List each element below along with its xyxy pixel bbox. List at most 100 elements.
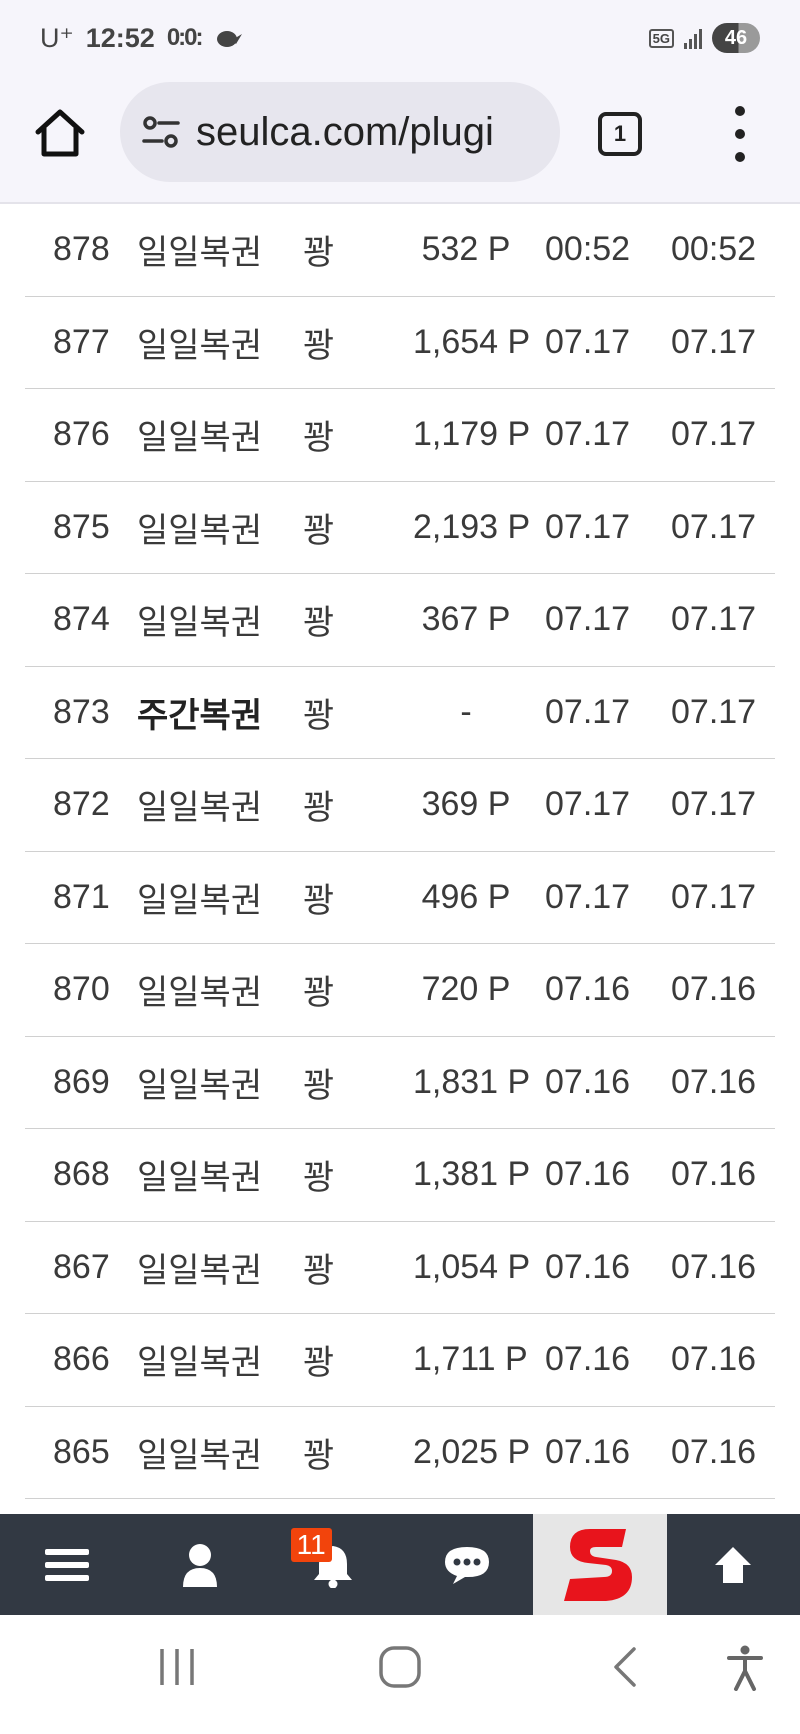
- row-number: 871: [53, 877, 110, 916]
- draw-date: 07.16: [545, 1247, 631, 1286]
- check-date: 07.17: [671, 692, 757, 731]
- home-circle-icon[interactable]: [378, 1645, 422, 1689]
- user-icon: [182, 1543, 217, 1587]
- check-date: 07.17: [671, 877, 757, 916]
- table-row[interactable]: 873 주간복권 꽝 - 07.17 07.17: [25, 667, 775, 759]
- lottery-name: 일일복권: [137, 1066, 263, 1105]
- table-row[interactable]: 872 일일복권 꽝 369 P 07.17 07.17: [25, 759, 775, 852]
- draw-date: 00:52: [545, 230, 631, 269]
- address-bar[interactable]: seulca.com/plugi: [120, 82, 560, 182]
- points-value: 1,381 P: [413, 1155, 531, 1194]
- home-icon[interactable]: [32, 106, 88, 162]
- points-value: 1,179 P: [413, 415, 531, 454]
- row-number: 874: [53, 600, 110, 639]
- lottery-result: 꽝: [303, 1251, 335, 1290]
- row-number: 870: [53, 970, 110, 1009]
- browser-toolbar: seulca.com/plugi 1: [0, 76, 800, 204]
- row-number: 873: [53, 692, 110, 731]
- row-number: 876: [53, 415, 110, 454]
- table-row[interactable]: 871 일일복권 꽝 496 P 07.17 07.17: [25, 852, 775, 944]
- draw-date: 07.17: [545, 322, 631, 361]
- table-row[interactable]: 877 일일복권 꽝 1,654 P 07.17 07.17: [25, 297, 775, 389]
- more-options-icon[interactable]: [726, 106, 754, 162]
- back-icon[interactable]: [608, 1645, 640, 1689]
- row-number: 875: [53, 507, 110, 546]
- battery-icon: 46: [712, 23, 760, 53]
- lottery-result: 꽝: [303, 1066, 335, 1105]
- draw-date: 07.16: [545, 1155, 631, 1194]
- check-date: 00:52: [671, 230, 757, 269]
- lottery-result: 꽝: [303, 604, 335, 643]
- site-bottom-nav: 11: [0, 1514, 800, 1615]
- lottery-name: 일일복권: [137, 511, 263, 550]
- table-row[interactable]: 870 일일복권 꽝 720 P 07.16 07.16: [25, 944, 775, 1037]
- lottery-result: 꽝: [303, 419, 335, 458]
- table-row[interactable]: 876 일일복권 꽝 1,179 P 07.17 07.17: [25, 389, 775, 482]
- lottery-name: 일일복권: [137, 604, 263, 643]
- lottery-result: 꽝: [303, 789, 335, 828]
- draw-date: 07.17: [545, 877, 631, 916]
- check-date: 07.16: [671, 1340, 757, 1379]
- draw-date: 07.16: [545, 1062, 631, 1101]
- row-number: 865: [53, 1432, 110, 1471]
- arrow-up-icon: [715, 1546, 752, 1583]
- table-row[interactable]: 869 일일복권 꽝 1,831 P 07.16 07.16: [25, 1037, 775, 1129]
- site-logo-button[interactable]: [533, 1514, 667, 1615]
- table-row[interactable]: 878 일일복권 꽝 532 P 00:52 00:52: [25, 204, 775, 297]
- points-value: 496 P: [421, 877, 511, 916]
- lottery-name: 일일복권: [137, 881, 263, 920]
- lottery-name: 일일복권: [137, 974, 263, 1013]
- check-date: 07.17: [671, 322, 757, 361]
- lottery-result: 꽝: [303, 696, 335, 735]
- draw-date: 07.16: [545, 1340, 631, 1379]
- table-row[interactable]: 867 일일복권 꽝 1,054 P 07.16 07.16: [25, 1222, 775, 1314]
- lottery-result: 꽝: [303, 1436, 335, 1475]
- points-value: 2,025 P: [413, 1432, 531, 1471]
- cloud-icon: [216, 31, 242, 47]
- row-number: 867: [53, 1247, 110, 1286]
- table-row[interactable]: 865 일일복권 꽝 2,025 P 07.16 07.16: [25, 1407, 775, 1499]
- lottery-history-table: 878 일일복권 꽝 532 P 00:52 00:52 877 일일복권 꽝 1,654 P 07…: [25, 204, 775, 1499]
- chat-button[interactable]: [400, 1514, 533, 1615]
- check-date: 07.17: [671, 507, 757, 546]
- lottery-name: 일일복권: [137, 419, 263, 458]
- table-row[interactable]: 875 일일복권 꽝 2,193 P 07.17 07.17: [25, 482, 775, 574]
- points-value: 1,711 P: [413, 1340, 528, 1379]
- check-date: 07.16: [671, 1432, 757, 1471]
- lottery-result: 꽝: [303, 974, 335, 1013]
- notification-icons: 0:0:: [166, 24, 204, 51]
- points-value: 1,054 P: [413, 1247, 531, 1286]
- draw-date: 07.17: [545, 507, 631, 546]
- chat-bubble-icon: [444, 1546, 489, 1584]
- hamburger-menu-button[interactable]: [0, 1514, 133, 1615]
- draw-date: 07.16: [545, 1432, 631, 1471]
- check-date: 07.16: [671, 1247, 757, 1286]
- scroll-top-button[interactable]: [667, 1514, 800, 1615]
- accessibility-icon[interactable]: [726, 1645, 764, 1691]
- check-date: 07.17: [671, 415, 757, 454]
- lottery-result: 꽝: [303, 511, 335, 550]
- lottery-name: 일일복권: [137, 1251, 263, 1290]
- signal-icon: [684, 27, 702, 49]
- tab-switcher-button[interactable]: 1: [598, 112, 642, 156]
- lottery-result: 꽝: [303, 1344, 335, 1383]
- lottery-result: 꽝: [303, 234, 335, 273]
- table-row[interactable]: 868 일일복권 꽝 1,381 P 07.16 07.16: [25, 1129, 775, 1222]
- row-number: 866: [53, 1340, 110, 1379]
- notifications-button[interactable]: 11: [267, 1514, 400, 1615]
- url-text: seulca.com/plugi: [196, 109, 494, 154]
- user-button[interactable]: [133, 1514, 266, 1615]
- network-5g-icon: 5G: [648, 28, 674, 48]
- lottery-name: 일일복권: [137, 234, 263, 273]
- recent-apps-icon[interactable]: [156, 1645, 198, 1689]
- points-value: 1,654 P: [413, 322, 531, 361]
- check-date: 07.17: [671, 785, 757, 824]
- check-date: 07.16: [671, 1062, 757, 1101]
- site-settings-icon[interactable]: [140, 111, 182, 153]
- table-row[interactable]: 866 일일복권 꽝 1,711 P 07.16 07.16: [25, 1314, 775, 1407]
- lottery-name: 일일복권: [137, 1344, 263, 1383]
- hamburger-menu-icon: [44, 1548, 89, 1581]
- carrier-label: U⁺: [40, 22, 74, 53]
- check-date: 07.17: [671, 600, 757, 639]
- table-row[interactable]: 874 일일복권 꽝 367 P 07.17 07.17: [25, 574, 775, 667]
